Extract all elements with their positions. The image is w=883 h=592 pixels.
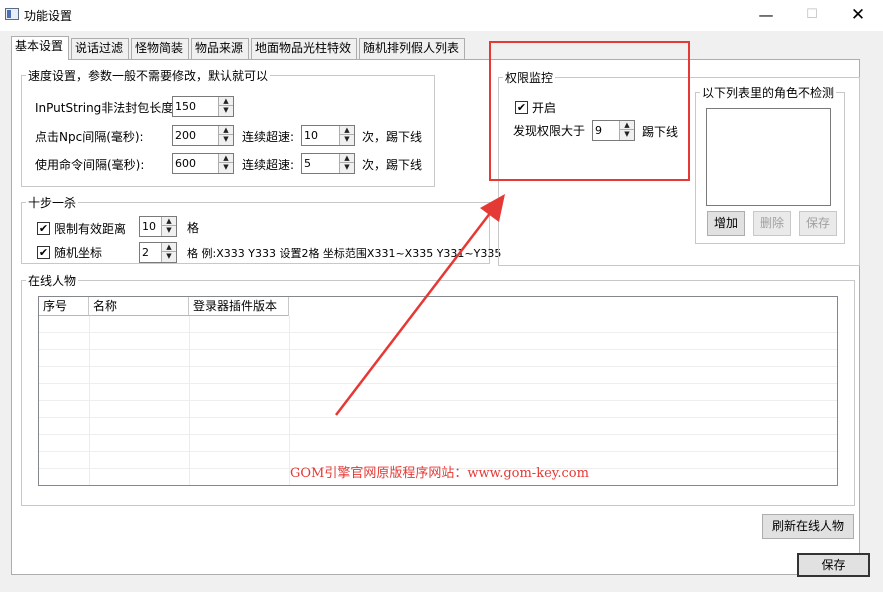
tab-basic-settings[interactable]: 基本设置 — [11, 36, 69, 60]
annotation-arrow-head — [480, 194, 505, 222]
annotation-arrow-shaft — [335, 207, 495, 416]
watermark-text: GOM引擎官网原版程序网站：www.gom-key.com — [290, 466, 589, 481]
annotation-arrow-icon — [335, 194, 505, 416]
